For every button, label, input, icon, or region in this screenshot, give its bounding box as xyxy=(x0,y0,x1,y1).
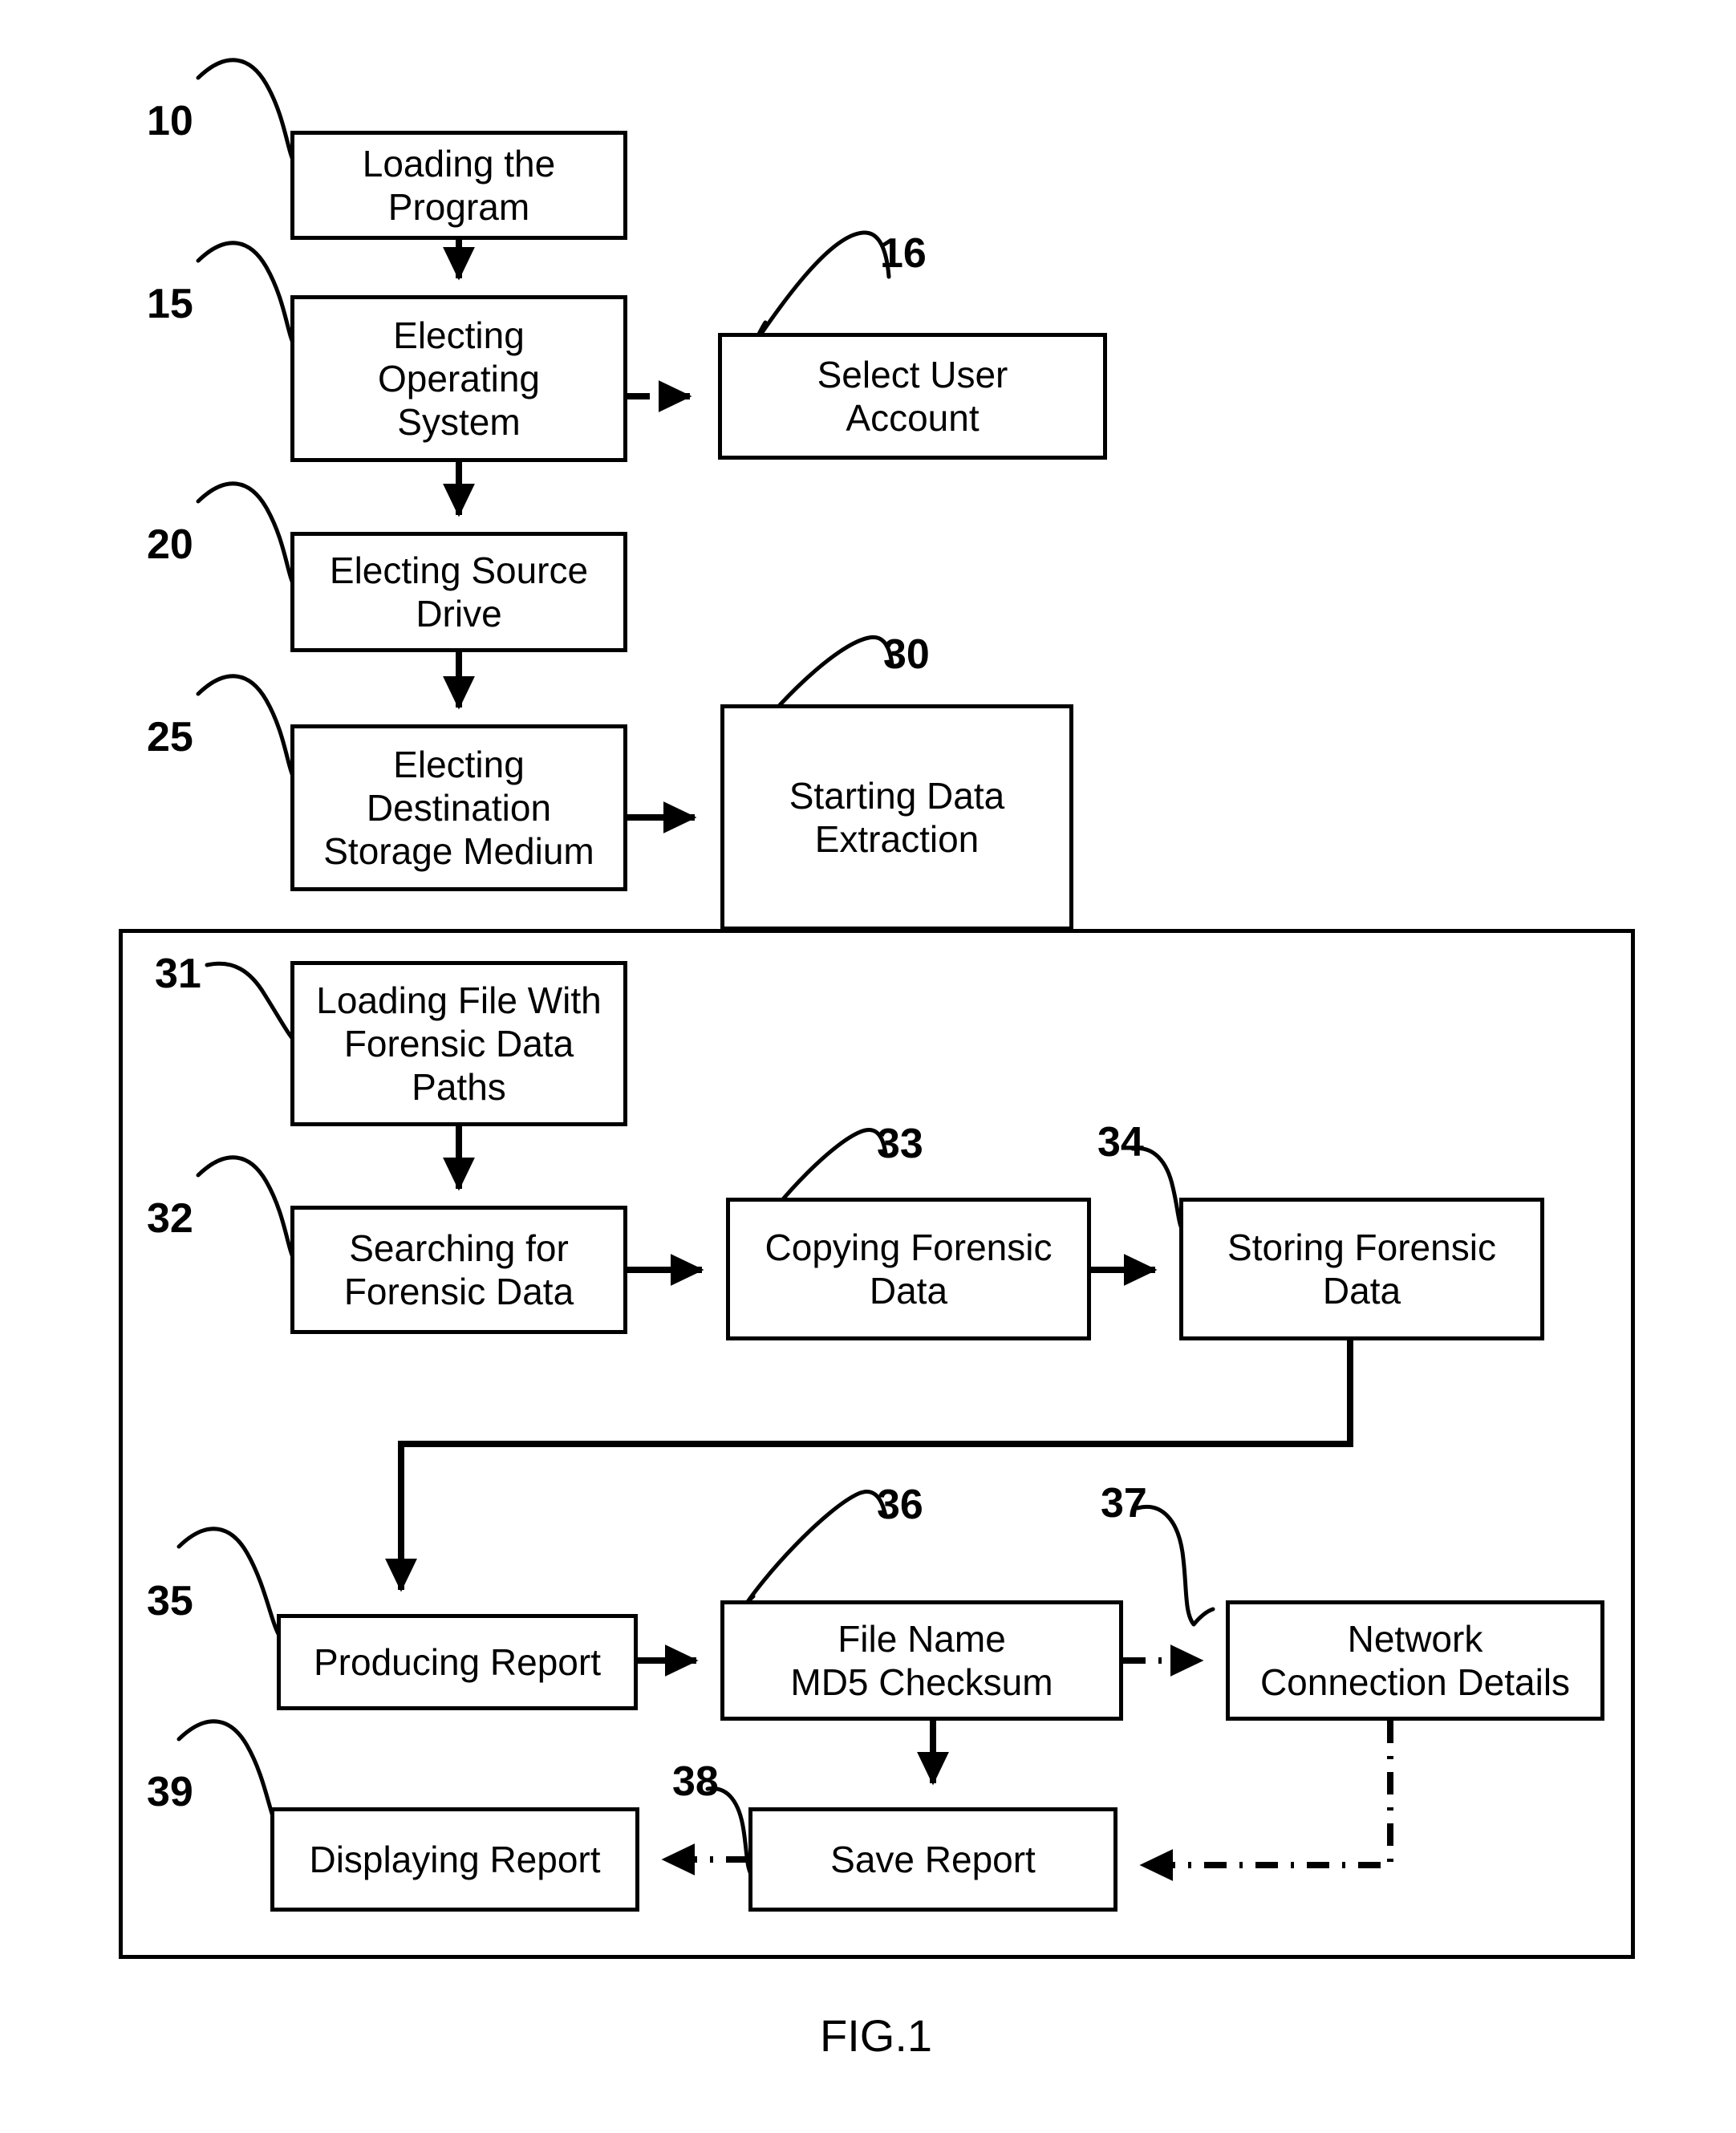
reference-numeral-10: 10 xyxy=(147,98,193,144)
reference-numeral-25: 25 xyxy=(147,714,193,760)
flow-node-15: Electing Operating System xyxy=(290,295,627,462)
reference-numeral-32: 32 xyxy=(147,1195,193,1242)
container-top-edge-right xyxy=(1069,929,1635,933)
node-30-container-merge-mask xyxy=(724,933,1069,935)
figure-caption: FIG.1 xyxy=(820,2010,933,2061)
reference-numeral-15: 15 xyxy=(147,281,193,327)
flow-node-31: Loading File With Forensic Data Paths xyxy=(290,961,627,1126)
reference-numeral-31: 31 xyxy=(155,951,201,997)
flow-node-36: File Name MD5 Checksum xyxy=(720,1600,1123,1721)
flow-node-33: Copying Forensic Data xyxy=(726,1198,1091,1340)
flow-node-10: Loading the Program xyxy=(290,131,627,240)
flow-node-34: Storing Forensic Data xyxy=(1179,1198,1544,1340)
reference-numeral-39: 39 xyxy=(147,1769,193,1815)
flow-node-39: Displaying Report xyxy=(270,1807,639,1912)
flow-node-25: Electing Destination Storage Medium xyxy=(290,724,627,891)
reference-numeral-34: 34 xyxy=(1097,1119,1144,1166)
container-top-edge-left xyxy=(119,929,724,933)
flow-node-30: Starting Data Extraction xyxy=(720,704,1073,931)
node-30-left-wall xyxy=(720,704,724,933)
reference-numeral-20: 20 xyxy=(147,521,193,568)
reference-numeral-33: 33 xyxy=(877,1121,923,1167)
node-30-right-wall xyxy=(1069,704,1073,933)
reference-numeral-36: 36 xyxy=(877,1482,923,1528)
reference-numeral-30: 30 xyxy=(883,631,930,678)
leader-line-16 xyxy=(750,230,891,349)
reference-numeral-38: 38 xyxy=(672,1758,719,1805)
flow-node-38: Save Report xyxy=(748,1807,1117,1912)
reference-numeral-37: 37 xyxy=(1101,1480,1147,1527)
flow-node-35: Producing Report xyxy=(277,1614,638,1710)
patent-figure: Loading the Program Electing Operating Sy… xyxy=(0,0,1736,2133)
reference-numeral-35: 35 xyxy=(147,1578,193,1624)
flow-node-16: Select User Account xyxy=(718,333,1107,460)
reference-numeral-16: 16 xyxy=(880,230,927,277)
flow-node-37: Network Connection Details xyxy=(1226,1600,1604,1721)
flow-node-20: Electing Source Drive xyxy=(290,532,627,652)
flow-node-32: Searching for Forensic Data xyxy=(290,1206,627,1334)
